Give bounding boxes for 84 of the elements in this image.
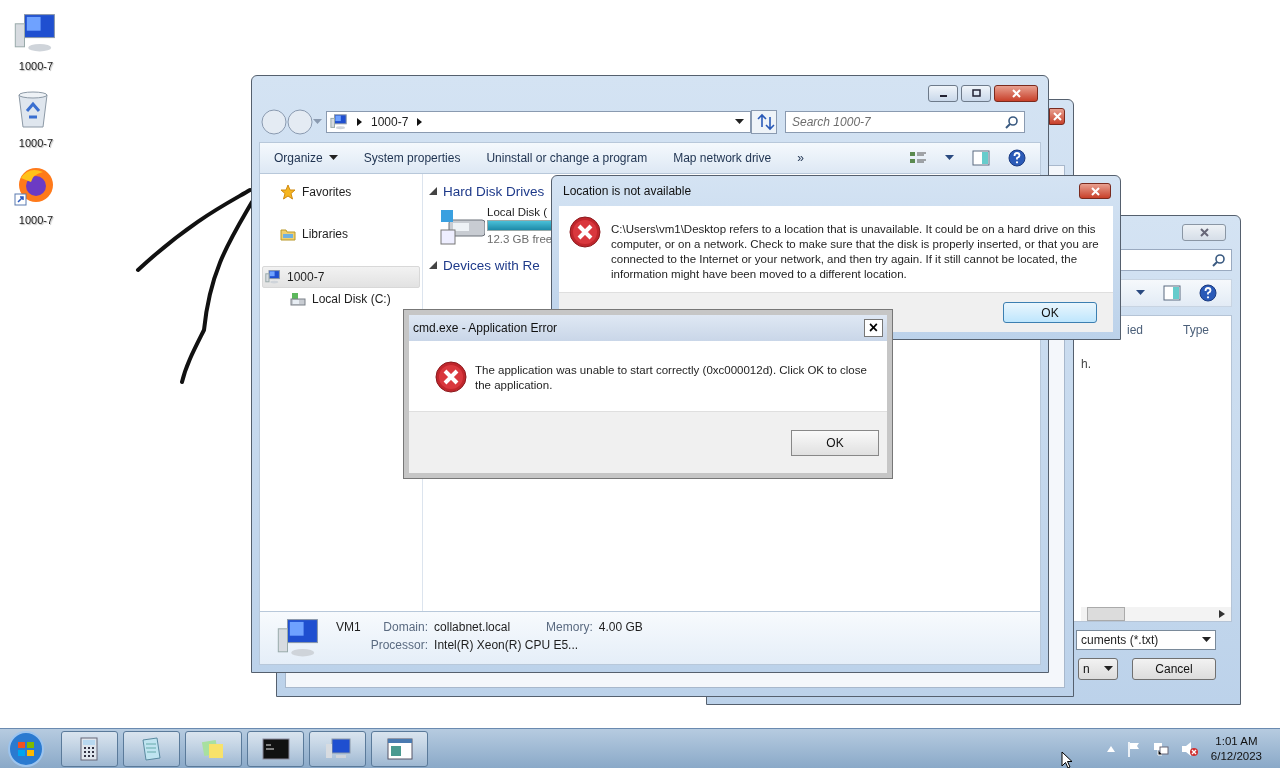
close-button[interactable]: [1182, 224, 1226, 241]
error-icon: [569, 216, 601, 248]
address-bar[interactable]: 1000-7: [326, 111, 751, 133]
dropdown-value[interactable]: cuments (*.txt): [1081, 633, 1159, 647]
caret-icon[interactable]: [328, 155, 338, 161]
caret-icon[interactable]: [735, 119, 744, 125]
network-icon[interactable]: [1152, 740, 1169, 757]
field-value: collabnet.local: [434, 620, 511, 634]
file-type-dropdown[interactable]: cuments (*.txt): [1076, 630, 1216, 650]
ok-button[interactable]: OK: [791, 429, 879, 456]
desktop-icon-label[interactable]: 1000-7: [18, 214, 54, 226]
mouse-pointer-icon: [1061, 751, 1073, 768]
minimize-button[interactable]: [928, 85, 958, 102]
navigation-item[interactable]: Local Disk (C:): [262, 289, 420, 309]
group-header[interactable]: Hard Disk Drives: [443, 183, 545, 199]
star-icon: [280, 184, 296, 200]
scrollbar-thumb[interactable]: [1087, 607, 1125, 621]
maximize-button[interactable]: [961, 85, 991, 102]
caret-icon[interactable]: [1136, 290, 1145, 296]
start-button[interactable]: [6, 728, 46, 768]
dialog-message: C:\Users\vm1\Desktop refers to a location that is unavailable. It could be on a hard drive on this computer, or on a network. Check to make sure that the disk is properly inserted, or that you are connected to the Internet or your network, and then try again. If it still cannot be located, the information might have been moved to a different location.: [611, 222, 1099, 282]
computer-name: VM1: [336, 620, 361, 634]
column-header[interactable]: Type: [1183, 323, 1209, 337]
navigation-item[interactable]: Libraries: [262, 224, 420, 244]
caret-icon[interactable]: [1104, 666, 1113, 672]
toolbar-button[interactable]: Uninstall or change a program: [482, 151, 652, 165]
search-icon: [1005, 115, 1019, 129]
toolbar-button[interactable]: Map network drive: [669, 151, 776, 165]
desktop-icon-label[interactable]: 1000-7: [18, 137, 54, 149]
search-field[interactable]: Search 1000-7: [785, 111, 1025, 133]
field-value: 4.00 GB: [598, 620, 643, 634]
field-value: Intel(R) Xeon(R) CPU E5...: [434, 638, 580, 652]
computer-icon[interactable]: [265, 269, 281, 285]
caret-icon[interactable]: [945, 155, 954, 161]
address-crumb[interactable]: 1000-7: [371, 115, 409, 129]
chevron-icon[interactable]: [417, 118, 423, 126]
horizontal-scrollbar[interactable]: [1081, 607, 1231, 621]
maximize-icon[interactable]: [971, 89, 981, 98]
toolbar-button[interactable]: »: [793, 151, 808, 165]
field-label: Domain:: [382, 620, 429, 634]
navigation-item-label[interactable]: 1000-7: [287, 270, 325, 284]
navigation-item-label[interactable]: Libraries: [302, 227, 349, 241]
view-options-icon[interactable]: [909, 150, 927, 166]
dialog-title: cmd.exe - Application Error: [413, 321, 558, 335]
open-button[interactable]: n: [1078, 658, 1118, 680]
search-icon: [1212, 253, 1226, 267]
column-header[interactable]: ied: [1126, 323, 1143, 337]
console-icon[interactable]: [261, 735, 290, 762]
navigation-item-label[interactable]: Favorites: [302, 185, 352, 199]
navigation-item-label[interactable]: Local Disk (C:): [312, 292, 391, 306]
refresh-button[interactable]: [751, 110, 777, 134]
group-header[interactable]: Devices with Re: [443, 257, 540, 273]
close-button[interactable]: [1079, 183, 1111, 199]
collapse-arrow-icon[interactable]: [429, 187, 437, 195]
close-button[interactable]: ×: [864, 319, 883, 337]
field-label: Memory:: [546, 620, 593, 634]
close-button[interactable]: [1049, 108, 1065, 125]
close-icon[interactable]: [1199, 228, 1209, 237]
folder-icon: [280, 226, 296, 242]
collapse-arrow-icon[interactable]: [429, 261, 437, 269]
navigation-item[interactable]: Favorites: [262, 182, 420, 202]
help-icon[interactable]: [1008, 149, 1026, 167]
app-window-icon[interactable]: [385, 735, 414, 762]
cancel-button[interactable]: Cancel: [1132, 658, 1216, 680]
list-message: h.: [1081, 357, 1091, 371]
dialog-message: The application was unable to start correctly (0xc000012d). Click OK to close the application.: [475, 363, 867, 393]
navigation-item[interactable]: 1000-7: [262, 266, 420, 288]
chevron-icon[interactable]: [357, 118, 362, 126]
ok-button[interactable]: OK: [1003, 302, 1097, 323]
right-arrow-icon[interactable]: [1219, 610, 1225, 618]
error-icon: [435, 361, 467, 393]
help-icon[interactable]: [1199, 284, 1217, 302]
caret-icon[interactable]: [1202, 637, 1211, 643]
muted-speaker-icon[interactable]: [1180, 740, 1199, 757]
drive-icon: [290, 291, 306, 307]
computer-icon[interactable]: [330, 113, 348, 131]
taskbar-button[interactable]: [247, 730, 304, 767]
close-button[interactable]: [994, 85, 1038, 102]
dialog-title: Location is not available: [563, 184, 692, 198]
toolbar-button[interactable]: Organize: [270, 151, 342, 165]
clock[interactable]: 1:01 AM 6/12/2023: [1210, 733, 1262, 764]
desktop-icon-label[interactable]: 1000-7: [18, 60, 54, 72]
toolbar-button[interactable]: System properties: [359, 151, 465, 165]
field-label: Processor:: [370, 638, 429, 652]
